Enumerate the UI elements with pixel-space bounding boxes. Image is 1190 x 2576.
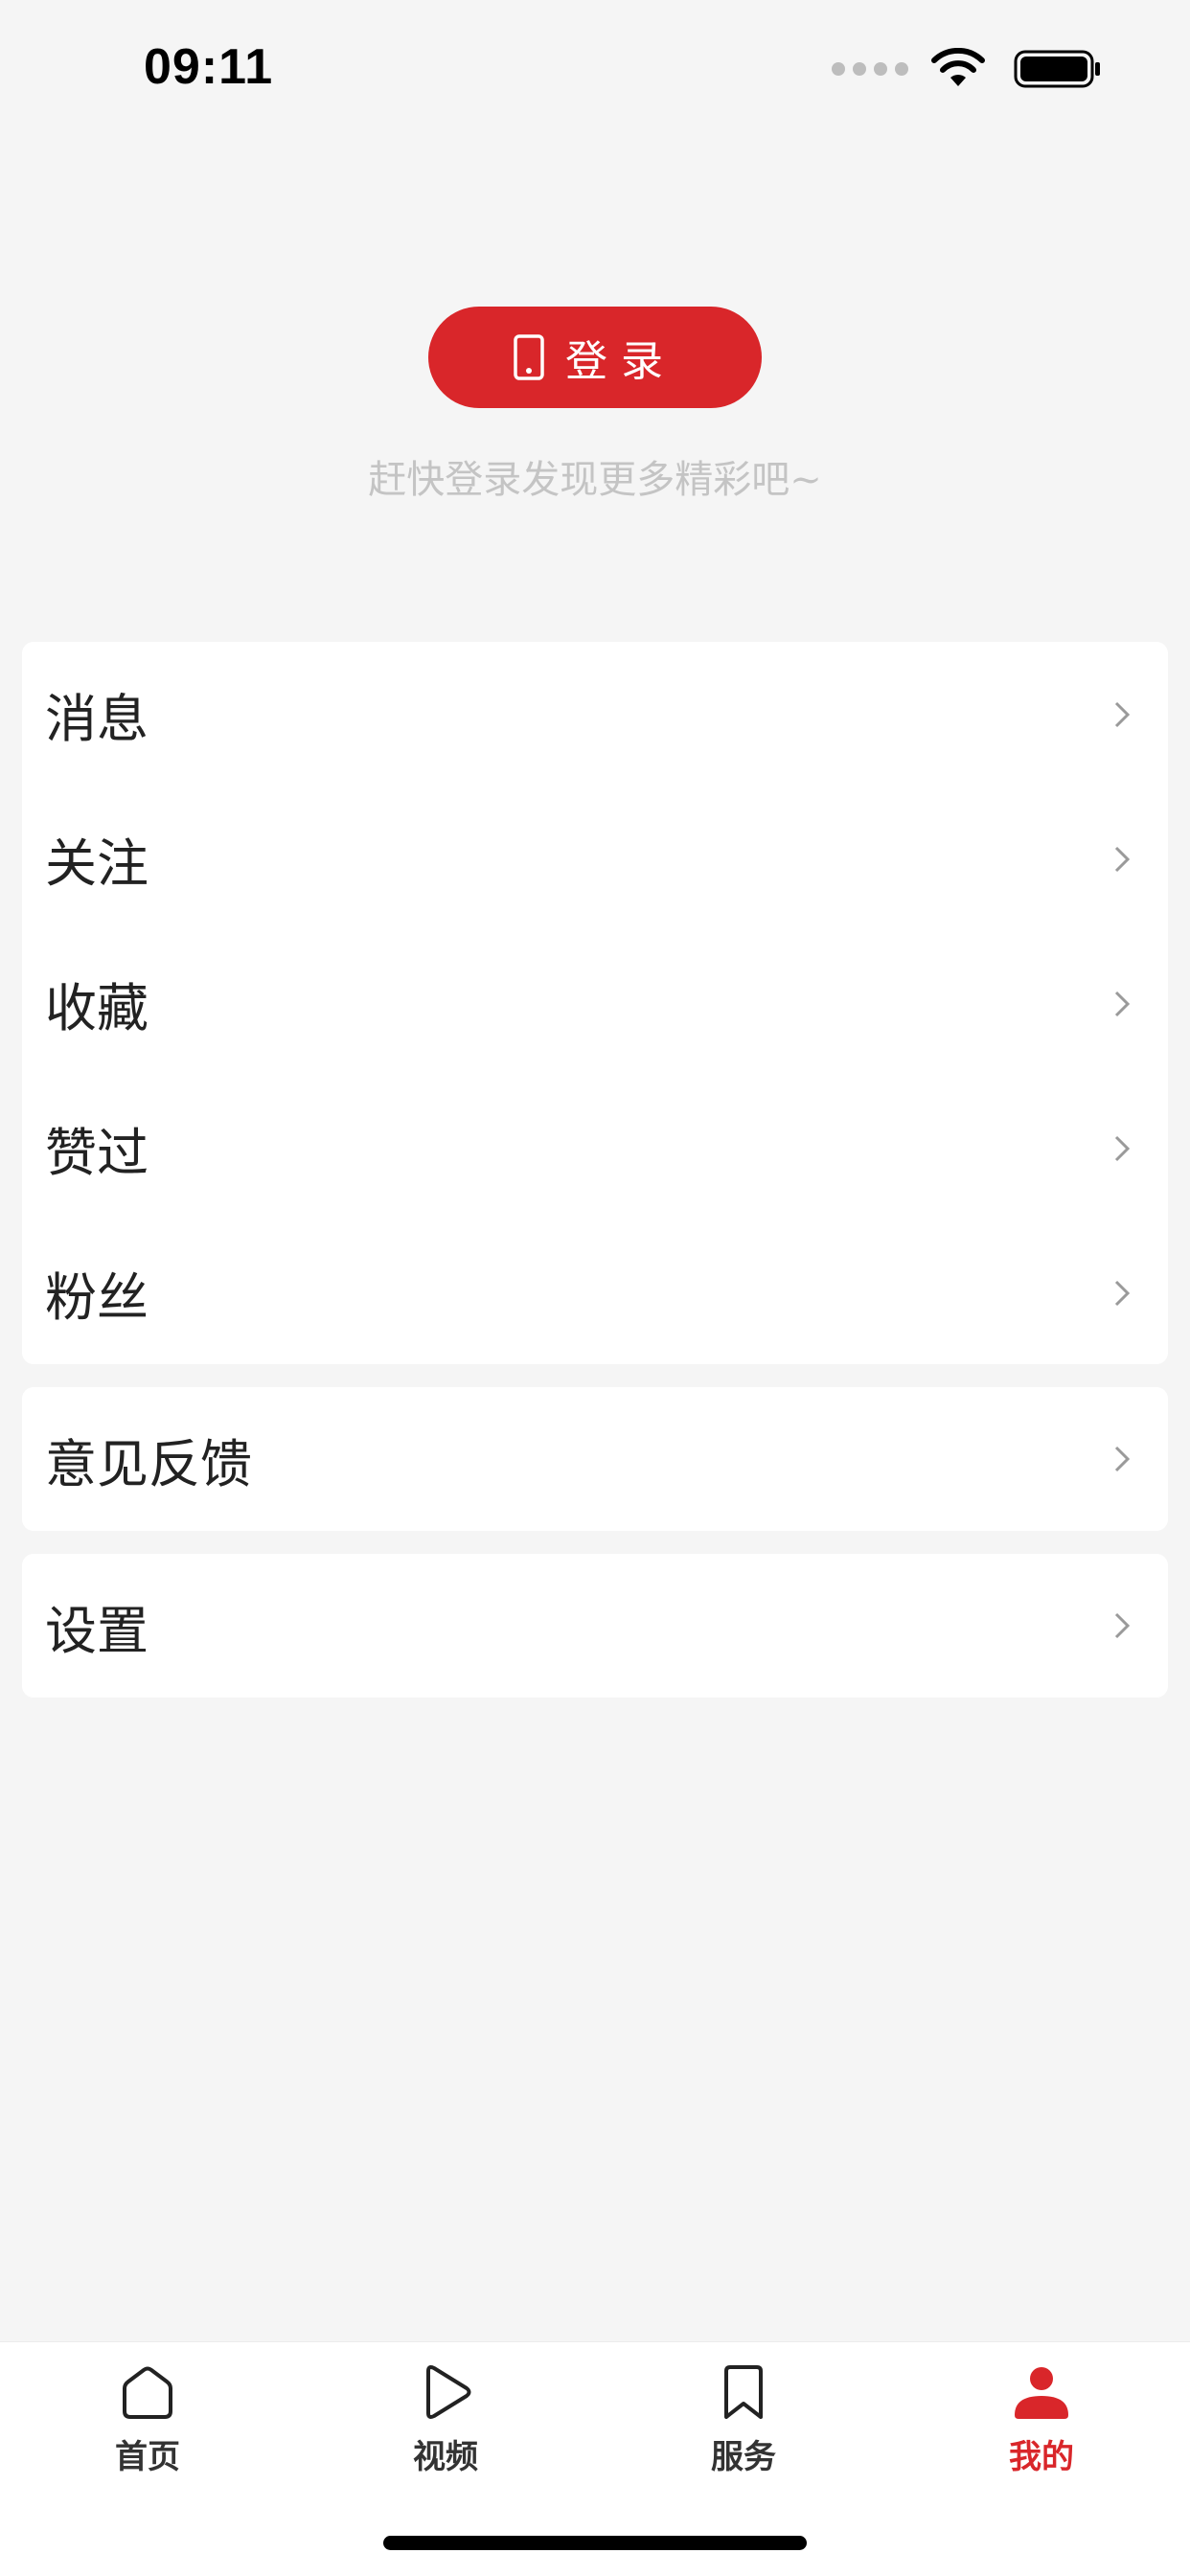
play-icon [426,2365,471,2419]
tab-home[interactable]: 首页 [61,2361,234,2477]
chevron-right-icon [1114,1135,1131,1161]
cellular-signal-icon [832,62,908,76]
menu-item-label: 关注 [45,833,149,894]
home-icon [123,2366,172,2419]
menu-card-feedback: 意见反馈 [22,1387,1168,1531]
tab-video[interactable]: 视频 [359,2361,532,2477]
tab-services[interactable]: 服务 [657,2361,830,2477]
login-hint: 赶快登录发现更多精彩吧~ [368,458,822,502]
menu-item-label: 粉丝 [45,1267,149,1328]
wifi-icon [931,48,985,86]
tab-label: 首页 [115,2438,180,2476]
menu-item-label: 赞过 [45,1123,149,1183]
battery-icon [1014,50,1100,88]
menu-item-settings[interactable]: 设置 [22,1554,1168,1698]
status-bar: 09:11 [0,0,1190,144]
menu-card-settings: 设置 [22,1554,1168,1698]
menu-item-fans[interactable]: 粉丝 [22,1220,1168,1365]
chevron-right-icon [1114,991,1131,1016]
tab-label: 我的 [1009,2438,1074,2476]
menu-item-label: 设置 [45,1600,149,1661]
login-area: 登录 赶快登录发现更多精彩吧~ [0,307,1190,504]
menu-item-label: 意见反馈 [45,1433,252,1494]
chevron-right-icon [1114,701,1131,727]
menu-item-favorites[interactable]: 收藏 [22,931,1168,1076]
menu-item-label: 消息 [45,689,149,749]
chevron-right-icon [1114,846,1131,872]
phone-icon [514,334,544,380]
status-indicators [832,48,1102,90]
menu-item-label: 收藏 [45,978,149,1038]
login-button-label: 登录 [565,337,676,386]
menu-item-following[interactable]: 关注 [22,786,1168,931]
menu-item-messages[interactable]: 消息 [22,642,1168,786]
login-button[interactable]: 登录 [428,307,762,408]
bookmark-icon [724,2365,763,2419]
menu-card-main: 消息 关注 收藏 赞过 粉丝 [22,642,1168,1364]
status-time: 09:11 [144,39,274,95]
home-indicator[interactable] [383,2536,807,2550]
user-icon [1015,2367,1068,2419]
menu-item-feedback[interactable]: 意见反馈 [22,1387,1168,1531]
chevron-right-icon [1114,1446,1131,1472]
chevron-right-icon [1114,1280,1131,1306]
tab-mine[interactable]: 我的 [955,2361,1128,2477]
chevron-right-icon [1114,1612,1131,1639]
menu-item-liked[interactable]: 赞过 [22,1076,1168,1220]
tab-label: 视频 [413,2438,478,2476]
tab-label: 服务 [711,2438,776,2476]
